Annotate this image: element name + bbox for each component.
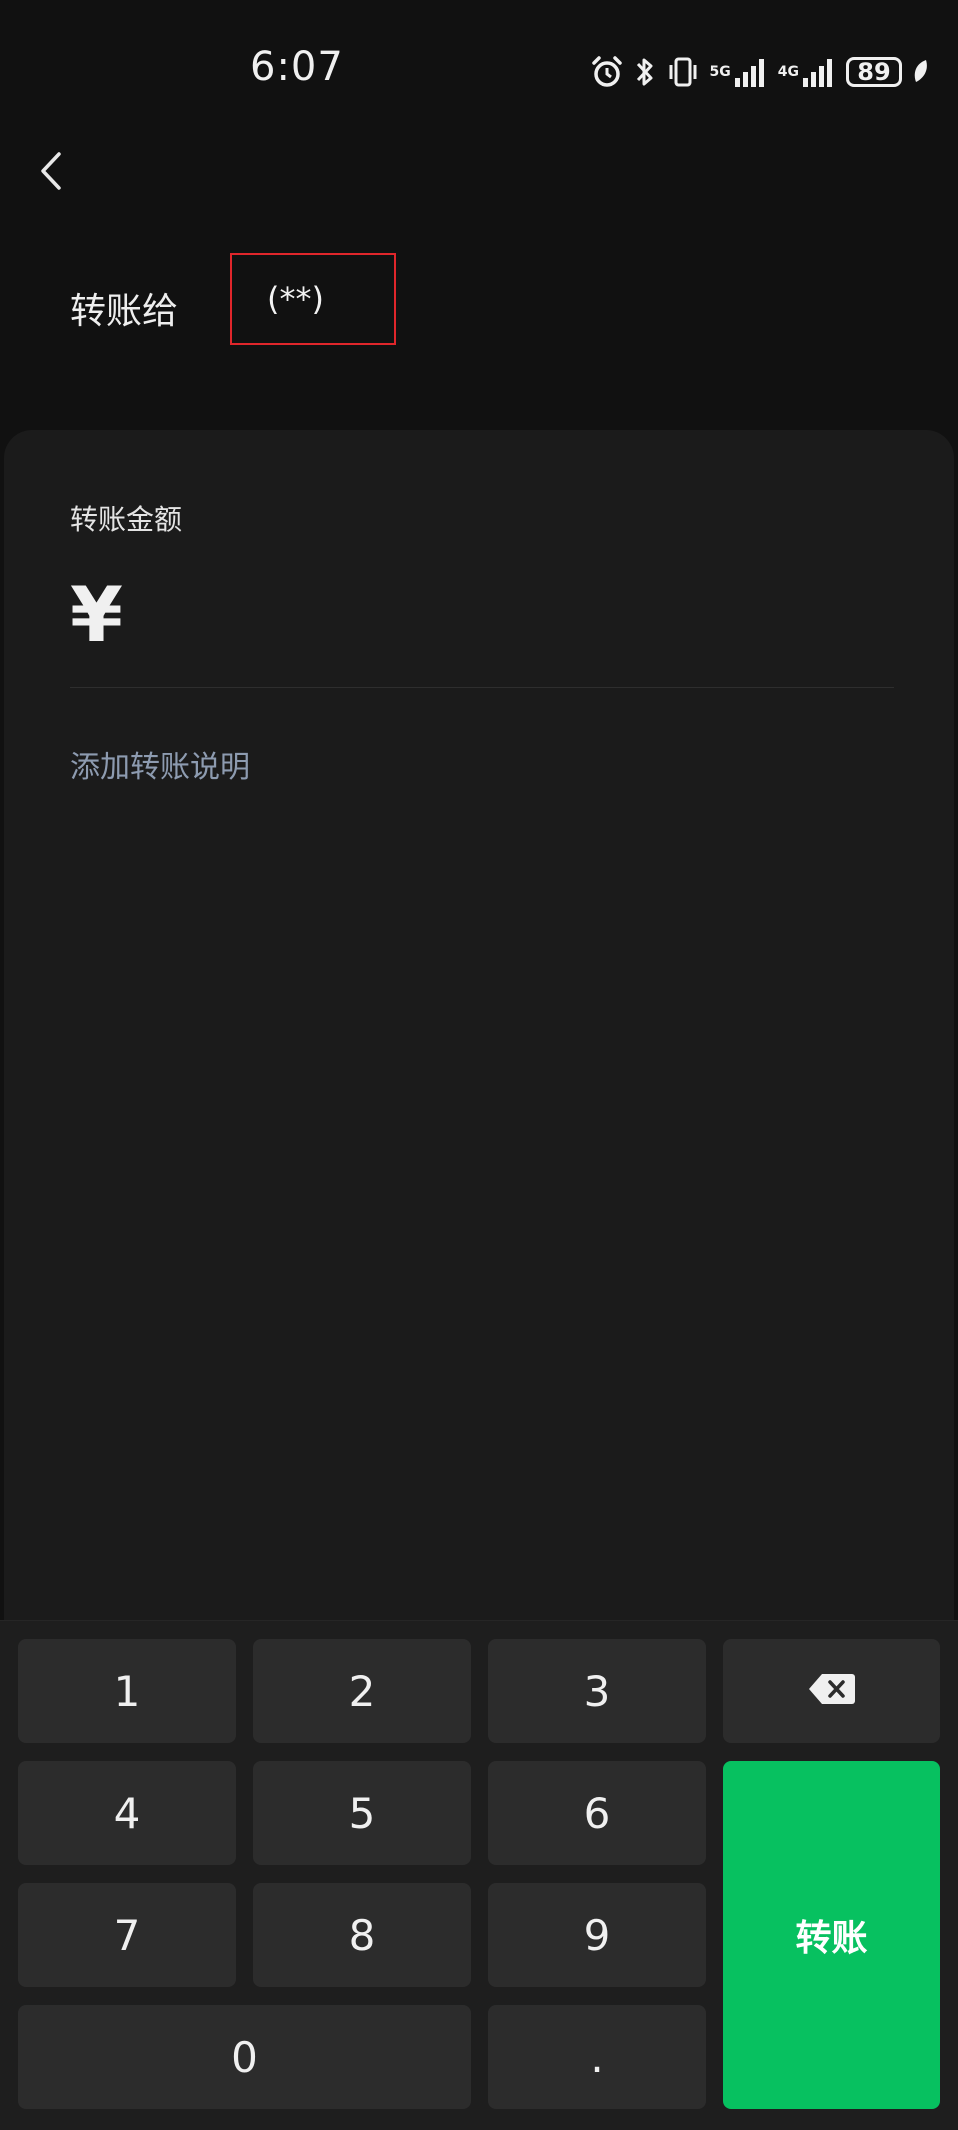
delete-key[interactable] [723, 1639, 940, 1743]
recipient-name: (**) [230, 253, 396, 345]
add-transfer-note-link[interactable]: 添加转账说明 [70, 742, 250, 786]
key-1[interactable]: 1 [18, 1639, 236, 1743]
network-5g-label: 5G [709, 64, 731, 80]
amount-input[interactable] [144, 580, 888, 662]
key-6[interactable]: 6 [488, 1761, 706, 1865]
numeric-keypad: 1 2 3 4 5 6 7 8 9 0 . 转账 [0, 1620, 958, 2130]
status-icons: 5G 4G 89 [590, 50, 930, 94]
key-4[interactable]: 4 [18, 1761, 236, 1865]
chevron-left-icon [38, 150, 64, 196]
key-2[interactable]: 2 [253, 1639, 471, 1743]
amount-divider [70, 687, 894, 688]
currency-symbol: ¥ [70, 570, 123, 659]
key-9[interactable]: 9 [488, 1883, 706, 1987]
leaf-icon [912, 58, 930, 86]
bluetooth-icon [634, 55, 656, 89]
transfer-button[interactable]: 转账 [723, 1761, 940, 2109]
key-8[interactable]: 8 [253, 1883, 471, 1987]
key-0[interactable]: 0 [18, 2005, 471, 2109]
alarm-icon [590, 55, 624, 89]
battery-icon: 89 [846, 57, 902, 87]
key-7[interactable]: 7 [18, 1883, 236, 1987]
amount-label: 转账金额 [70, 503, 183, 536]
vibrate-icon [666, 55, 700, 89]
key-3[interactable]: 3 [488, 1639, 706, 1743]
transfer-to-label: 转账给 [70, 291, 179, 332]
status-time: 6:07 [250, 44, 344, 90]
back-button[interactable] [26, 148, 76, 198]
signal-5g-icon: 5G [710, 56, 768, 88]
key-decimal[interactable]: . [488, 2005, 706, 2109]
key-5[interactable]: 5 [253, 1761, 471, 1865]
signal-4g-icon: 4G [778, 56, 836, 88]
status-bar: 6:07 5G 4G 89 [0, 0, 958, 140]
amount-card: 转账金额 ¥ 添加转账说明 [4, 430, 954, 1620]
network-4g-label: 4G [777, 64, 799, 80]
backspace-icon [808, 1667, 856, 1716]
